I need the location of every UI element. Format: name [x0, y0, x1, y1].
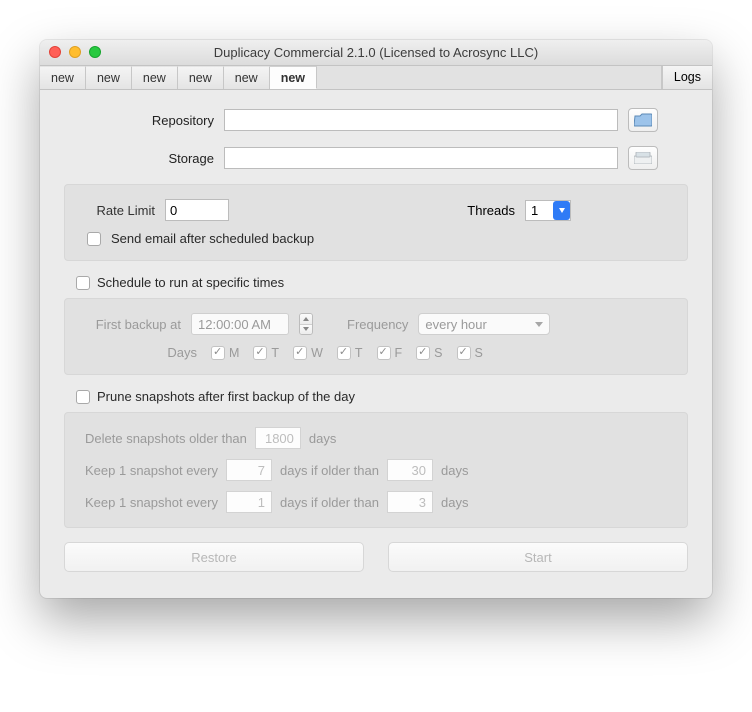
- tab-1[interactable]: new: [86, 66, 132, 89]
- day-mon: M: [229, 346, 239, 360]
- stepper-up-icon: [300, 314, 312, 325]
- chevron-down-icon: [553, 201, 570, 220]
- folder-icon: [634, 113, 652, 127]
- email-checkbox-label: Send email after scheduled backup: [111, 231, 314, 246]
- stepper-down-icon: [300, 325, 312, 335]
- threads-select[interactable]: 1: [525, 200, 571, 221]
- tab-2[interactable]: new: [132, 66, 178, 89]
- day-mon-checkbox[interactable]: [211, 346, 225, 360]
- repository-input[interactable]: [224, 109, 618, 131]
- prune-l3c: days: [441, 495, 468, 510]
- tab-0[interactable]: new: [40, 66, 86, 89]
- content: Repository Storage Rate Limit: [40, 90, 712, 598]
- storage-label: Storage: [134, 151, 214, 166]
- email-checkbox[interactable]: [87, 232, 101, 246]
- prune-input-5[interactable]: [387, 491, 433, 513]
- storage-browse-button[interactable]: [628, 146, 658, 170]
- prune-l3b: days if older than: [280, 495, 379, 510]
- window-title: Duplicacy Commercial 2.1.0 (Licensed to …: [40, 40, 712, 66]
- prune-l1b: days: [309, 431, 336, 446]
- prune-checkbox[interactable]: [76, 390, 90, 404]
- day-wed-checkbox[interactable]: [293, 346, 307, 360]
- day-sun: S: [475, 346, 483, 360]
- tab-logs[interactable]: Logs: [662, 66, 712, 89]
- close-icon[interactable]: [49, 46, 61, 58]
- day-sat-checkbox[interactable]: [416, 346, 430, 360]
- schedule-checkbox-label: Schedule to run at specific times: [97, 275, 284, 290]
- day-fri: F: [395, 346, 403, 360]
- app-window: Duplicacy Commercial 2.1.0 (Licensed to …: [40, 40, 712, 598]
- first-backup-time[interactable]: 12:00:00 AM: [191, 313, 289, 335]
- minimize-icon[interactable]: [69, 46, 81, 58]
- prune-l2c: days: [441, 463, 468, 478]
- tabbar: new new new new new new Logs: [40, 66, 712, 90]
- tab-5-active[interactable]: new: [270, 66, 317, 89]
- prune-l2a: Keep 1 snapshot every: [85, 463, 218, 478]
- tab-3[interactable]: new: [178, 66, 224, 89]
- prune-checkbox-label: Prune snapshots after first backup of th…: [97, 389, 355, 404]
- schedule-panel: First backup at 12:00:00 AM Frequency ev…: [64, 298, 688, 375]
- threads-value: 1: [526, 203, 553, 218]
- day-sat: S: [434, 346, 442, 360]
- limits-panel: Rate Limit Threads 1 Send email after sc…: [64, 184, 688, 261]
- prune-input-1[interactable]: [255, 427, 301, 449]
- threads-label: Threads: [467, 203, 515, 218]
- schedule-checkbox[interactable]: [76, 276, 90, 290]
- time-stepper[interactable]: [299, 313, 313, 335]
- day-wed: W: [311, 346, 323, 360]
- storage-input[interactable]: [224, 147, 618, 169]
- button-row: Restore Start: [64, 542, 688, 572]
- day-thu-checkbox[interactable]: [337, 346, 351, 360]
- day-tue: T: [271, 346, 279, 360]
- day-tue-checkbox[interactable]: [253, 346, 267, 360]
- day-fri-checkbox[interactable]: [377, 346, 391, 360]
- start-button[interactable]: Start: [388, 542, 688, 572]
- day-sun-checkbox[interactable]: [457, 346, 471, 360]
- repository-browse-button[interactable]: [628, 108, 658, 132]
- window-controls: [49, 46, 101, 58]
- prune-input-3[interactable]: [387, 459, 433, 481]
- prune-panel: Delete snapshots older than days Keep 1 …: [64, 412, 688, 528]
- rate-limit-label: Rate Limit: [81, 203, 155, 218]
- titlebar: Duplicacy Commercial 2.1.0 (Licensed to …: [40, 40, 712, 66]
- day-thu: T: [355, 346, 363, 360]
- days-row: Days M T W T F S S: [157, 345, 671, 360]
- tab-4[interactable]: new: [224, 66, 270, 89]
- first-backup-label: First backup at: [81, 317, 181, 332]
- frequency-select[interactable]: every hour: [418, 313, 550, 335]
- prune-l2b: days if older than: [280, 463, 379, 478]
- restore-button[interactable]: Restore: [64, 542, 364, 572]
- frequency-value: every hour: [425, 317, 486, 332]
- first-backup-value: 12:00:00 AM: [198, 317, 271, 332]
- tab-spacer: [317, 66, 662, 89]
- prune-input-2[interactable]: [226, 459, 272, 481]
- frequency-label: Frequency: [347, 317, 408, 332]
- repository-label: Repository: [134, 113, 214, 128]
- prune-l3a: Keep 1 snapshot every: [85, 495, 218, 510]
- drive-icon: [634, 152, 652, 164]
- prune-input-4[interactable]: [226, 491, 272, 513]
- zoom-icon[interactable]: [89, 46, 101, 58]
- prune-l1a: Delete snapshots older than: [85, 431, 247, 446]
- days-label: Days: [157, 345, 197, 360]
- rate-limit-input[interactable]: [165, 199, 229, 221]
